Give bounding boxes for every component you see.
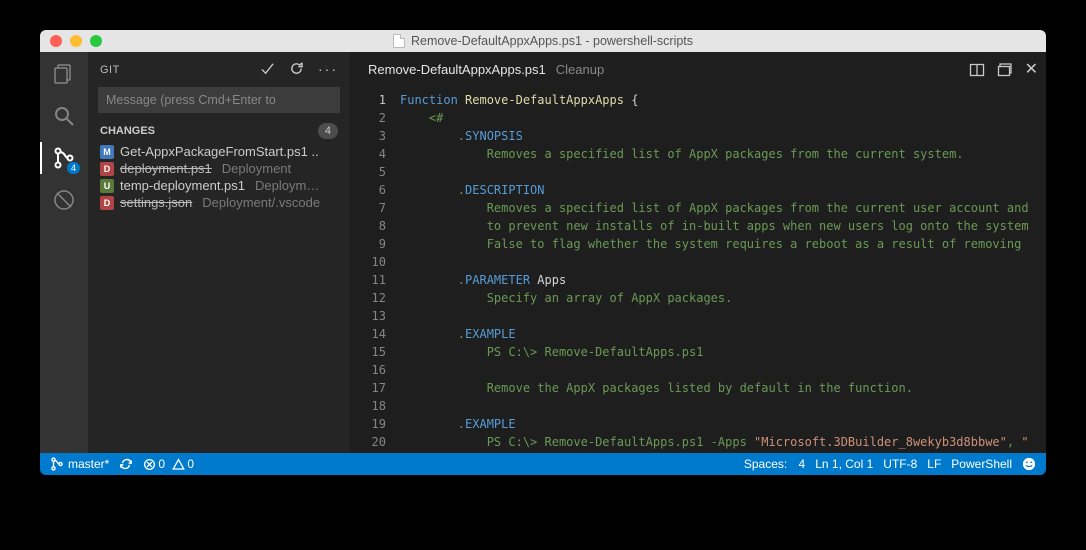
code-line: PS C:\> Remove-DefaultApps.ps1 -Apps "Mi… <box>400 433 1046 451</box>
indentation-status[interactable]: Spaces: 4 <box>744 457 805 471</box>
change-path: Deployment <box>222 161 291 176</box>
status-bar: master* 0 0 Spaces: 4 Ln 1, Col 1 UTF-8 … <box>40 453 1046 475</box>
search-activity-icon[interactable] <box>50 102 78 130</box>
changes-section[interactable]: CHANGES 4 <box>88 119 350 143</box>
debug-activity-icon[interactable] <box>50 186 78 214</box>
code-line: PS C:\> Remove-DefaultApps.ps1 <box>400 343 1046 361</box>
code-line <box>400 307 1046 325</box>
line-number: 11 <box>350 271 386 289</box>
change-status-badge: D <box>100 162 114 176</box>
code-line: .SYNOPSIS <box>400 127 1046 145</box>
close-editor-button[interactable]: ✕ <box>1025 62 1038 78</box>
line-number: 8 <box>350 217 386 235</box>
branch-status[interactable]: master* <box>50 457 109 471</box>
line-number: 15 <box>350 343 386 361</box>
change-row[interactable]: M Get-AppxPackageFromStart.ps1 .. <box>88 143 350 160</box>
line-number: 18 <box>350 397 386 415</box>
tab-filename[interactable]: Remove-DefaultAppxApps.ps1 <box>368 62 546 77</box>
line-number: 16 <box>350 361 386 379</box>
code-line: .EXAMPLE <box>400 415 1046 433</box>
line-number: 7 <box>350 199 386 217</box>
code-line: Remove the AppX packages listed by defau… <box>400 379 1046 397</box>
editor-area: Remove-DefaultAppxApps.ps1 Cleanup ✕ 123… <box>350 52 1046 453</box>
change-filename: Get-AppxPackageFromStart.ps1 .. <box>120 144 319 159</box>
split-editor-button[interactable] <box>969 62 985 78</box>
code-line <box>400 253 1046 271</box>
code-line: Specify an array of AppX packages. <box>400 289 1046 307</box>
code-line <box>400 397 1046 415</box>
title-bar: Remove-DefaultAppxApps.ps1 - powershell-… <box>40 30 1046 52</box>
line-number: 14 <box>350 325 386 343</box>
line-number: 19 <box>350 415 386 433</box>
refresh-button[interactable] <box>289 61 304 79</box>
problems-status[interactable]: 0 0 <box>143 457 194 471</box>
line-number: 12 <box>350 289 386 307</box>
close-window-button[interactable] <box>50 35 62 47</box>
changes-count: 4 <box>318 123 338 139</box>
change-status-badge: D <box>100 196 114 210</box>
eol-status[interactable]: LF <box>927 457 941 471</box>
show-opened-editors-button[interactable] <box>997 62 1013 78</box>
changes-list: MGet-AppxPackageFromStart.ps1 ..Ddeploym… <box>88 143 350 211</box>
code-line: .PARAMETER Apps <box>400 271 1046 289</box>
code-line: Function Remove-DefaultAppxApps { <box>400 91 1046 109</box>
change-filename: temp-deployment.ps1 <box>120 178 245 193</box>
line-number: 9 <box>350 235 386 253</box>
change-row[interactable]: Ddeployment.ps1 Deployment <box>88 160 350 177</box>
scm-panel-title: GIT <box>100 64 120 76</box>
language-mode-status[interactable]: PowerShell <box>951 457 1012 471</box>
explorer-activity-icon[interactable] <box>50 60 78 88</box>
line-number: 20 <box>350 433 386 451</box>
changes-label: CHANGES <box>100 125 155 137</box>
change-row[interactable]: Dsettings.json Deployment/.vscode <box>88 194 350 211</box>
tab-status: Cleanup <box>556 62 604 77</box>
sync-status[interactable] <box>119 457 133 471</box>
change-path: Deploym… <box>255 178 319 193</box>
commit-message-input[interactable] <box>98 87 340 113</box>
activity-bar: 4 <box>40 52 88 453</box>
code-editor[interactable]: 1234567891011121314151617181920 Function… <box>350 87 1046 453</box>
traffic-lights <box>40 35 102 47</box>
scm-activity-icon[interactable]: 4 <box>50 144 78 172</box>
line-number: 17 <box>350 379 386 397</box>
code-line: False to flag whether the system require… <box>400 235 1046 253</box>
scm-panel: GIT ··· CHANGES 4 M Get-AppxPackageFromSt… <box>88 52 350 453</box>
tab-bar: Remove-DefaultAppxApps.ps1 Cleanup ✕ <box>350 52 1046 87</box>
code-line: to prevent new installs of in-built apps… <box>400 217 1046 235</box>
line-number: 6 <box>350 181 386 199</box>
line-number: 4 <box>350 145 386 163</box>
code-line: .EXAMPLE <box>400 325 1046 343</box>
code-line: Removes a specified list of AppX package… <box>400 145 1046 163</box>
line-number: 13 <box>350 307 386 325</box>
change-filename: deployment.ps1 <box>120 161 212 176</box>
line-number: 3 <box>350 127 386 145</box>
file-icon <box>393 34 405 48</box>
more-actions-button[interactable]: ··· <box>318 61 338 79</box>
change-row[interactable]: Utemp-deployment.ps1 Deploym… <box>88 177 350 194</box>
code-line <box>400 163 1046 181</box>
line-number: 1 <box>350 91 386 109</box>
encoding-status[interactable]: UTF-8 <box>883 457 917 471</box>
feedback-icon[interactable] <box>1022 457 1036 471</box>
app-window: Remove-DefaultAppxApps.ps1 - powershell-… <box>40 30 1046 475</box>
change-status-badge: U <box>100 179 114 193</box>
change-filename: settings.json <box>120 195 192 210</box>
minimize-window-button[interactable] <box>70 35 82 47</box>
line-number: 2 <box>350 109 386 127</box>
cursor-position-status[interactable]: Ln 1, Col 1 <box>815 457 873 471</box>
code-line: .DESCRIPTION <box>400 181 1046 199</box>
change-path: Deployment/.vscode <box>202 195 320 210</box>
scm-badge: 4 <box>67 162 80 174</box>
code-line: Removes a specified list of AppX package… <box>400 199 1046 217</box>
change-status-badge: M <box>100 145 114 159</box>
line-number: 5 <box>350 163 386 181</box>
commit-button[interactable] <box>260 61 275 79</box>
line-number: 10 <box>350 253 386 271</box>
window-title: Remove-DefaultAppxApps.ps1 - powershell-… <box>411 34 693 48</box>
code-line <box>400 361 1046 379</box>
code-line: <# <box>400 109 1046 127</box>
zoom-window-button[interactable] <box>90 35 102 47</box>
